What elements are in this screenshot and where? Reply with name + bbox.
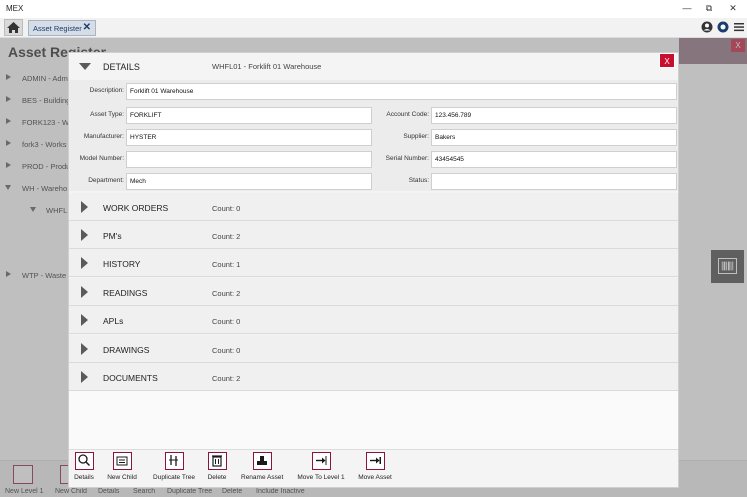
- description-label: Description:: [89, 87, 124, 94]
- tab-asset-register[interactable]: Asset Register ✕: [28, 20, 96, 36]
- window-close-button[interactable]: ✕: [726, 3, 740, 14]
- section-count: Count: 2: [212, 374, 241, 383]
- section-title: APLs: [103, 316, 124, 326]
- move-asset-icon: [365, 452, 385, 470]
- section-title: HISTORY: [103, 259, 141, 269]
- details-button-label: Details: [74, 474, 94, 481]
- section-title: DOCUMENTS: [103, 373, 158, 383]
- manufacturer-label: Manufacturer:: [83, 133, 124, 140]
- section-count: Count: 0: [212, 204, 241, 213]
- section-count: Count: 0: [212, 317, 241, 326]
- section-drawings[interactable]: DRAWINGS Count: 0: [69, 335, 678, 363]
- section-history[interactable]: HISTORY Count: 1: [69, 249, 678, 277]
- section-apls[interactable]: APLs Count: 0: [69, 306, 678, 334]
- user-icon[interactable]: [701, 21, 713, 33]
- section-documents[interactable]: DOCUMENTS Count: 2: [69, 363, 678, 391]
- asset-type-field[interactable]: FORKLIFT: [126, 107, 372, 124]
- delete-button-label: Delete: [207, 474, 227, 481]
- duplicate-tree-button-label: Duplicate Tree: [153, 474, 195, 481]
- magnifier-icon: [74, 452, 94, 470]
- tab-label: Asset Register: [33, 24, 82, 33]
- tab-close-icon[interactable]: ✕: [83, 22, 91, 33]
- account-code-field[interactable]: 123.456.789: [431, 107, 677, 124]
- section-title: DRAWINGS: [103, 345, 150, 355]
- asset-subtitle: WHFL01 - Forklift 01 Warehouse: [212, 62, 322, 71]
- settings-icon[interactable]: [717, 21, 729, 33]
- model-number-field[interactable]: [126, 151, 372, 168]
- delete-button[interactable]: Delete: [205, 452, 229, 486]
- window-titlebar: MEX — ⧉ ✕: [0, 0, 747, 18]
- new-child-button[interactable]: New Child: [105, 452, 139, 486]
- move-to-level1-button-label: Move To Level 1: [297, 474, 345, 481]
- supplier-field[interactable]: Bakers: [431, 129, 677, 146]
- details-section-header[interactable]: DETAILS WHFL01 - Forklift 01 Warehouse: [69, 53, 678, 80]
- expand-arrow-icon[interactable]: [81, 257, 88, 269]
- modal-toolbar: Details New Child Duplicate Tree Delete …: [69, 449, 678, 487]
- duplicate-tree-icon: [164, 452, 184, 470]
- supplier-label: Supplier:: [403, 133, 429, 140]
- home-icon: [7, 22, 20, 33]
- description-field[interactable]: Forklift 01 Warehouse: [126, 83, 677, 100]
- asset-details-modal: DETAILS WHFL01 - Forklift 01 Warehouse X…: [68, 52, 679, 488]
- serial-number-label: Serial Number:: [385, 155, 429, 162]
- expand-arrow-icon[interactable]: [81, 286, 88, 298]
- details-form: Description: Forklift 01 Warehouse Asset…: [69, 80, 678, 191]
- home-button[interactable]: [4, 19, 23, 36]
- expand-arrow-icon[interactable]: [81, 371, 88, 383]
- status-label: Status:: [408, 177, 429, 184]
- serial-number-field[interactable]: 43454545: [431, 151, 677, 168]
- section-count: Count: 2: [212, 289, 241, 298]
- section-count: Count: 2: [212, 232, 241, 241]
- rename-asset-button-label: Rename Asset: [241, 474, 284, 481]
- trash-icon: [207, 452, 227, 470]
- section-title: PM's: [103, 231, 122, 241]
- modal-empty-area: [69, 391, 678, 449]
- move-asset-button[interactable]: Move Asset: [357, 452, 393, 486]
- rename-icon: [252, 452, 272, 470]
- model-number-label: Model Number:: [79, 155, 124, 162]
- expand-arrow-icon[interactable]: [81, 314, 88, 326]
- rename-asset-button[interactable]: Rename Asset: [241, 452, 283, 486]
- manufacturer-field[interactable]: HYSTER: [126, 129, 372, 146]
- expand-arrow-icon[interactable]: [81, 201, 88, 213]
- menu-icon[interactable]: [733, 21, 745, 33]
- expand-arrow-icon[interactable]: [81, 229, 88, 241]
- section-title: WORK ORDERS: [103, 203, 169, 213]
- new-child-button-label: New Child: [107, 474, 137, 481]
- section-count: Count: 0: [212, 346, 241, 355]
- section-count: Count: 1: [212, 260, 241, 269]
- department-label: Department:: [88, 177, 124, 184]
- section-work-orders[interactable]: WORK ORDERS Count: 0: [69, 193, 678, 221]
- section-title: READINGS: [103, 288, 148, 298]
- new-child-icon: [112, 452, 132, 470]
- tab-bar: Asset Register ✕: [0, 18, 747, 38]
- status-field[interactable]: [431, 173, 677, 190]
- move-asset-button-label: Move Asset: [358, 474, 392, 481]
- details-button[interactable]: Details: [71, 452, 97, 486]
- move-level1-icon: [311, 452, 331, 470]
- section-pms[interactable]: PM's Count: 2: [69, 221, 678, 249]
- details-title: DETAILS: [103, 62, 140, 72]
- collapse-arrow-icon[interactable]: [79, 63, 91, 70]
- department-field[interactable]: Mech: [126, 173, 372, 190]
- account-code-label: Account Code:: [386, 111, 429, 118]
- duplicate-tree-button[interactable]: Duplicate Tree: [151, 452, 197, 486]
- restore-button[interactable]: ⧉: [702, 3, 716, 14]
- expand-arrow-icon[interactable]: [81, 343, 88, 355]
- modal-close-button[interactable]: X: [659, 53, 675, 68]
- move-to-level1-button[interactable]: Move To Level 1: [297, 452, 345, 486]
- section-readings[interactable]: READINGS Count: 2: [69, 278, 678, 306]
- app-title: MEX: [6, 4, 24, 13]
- minimize-button[interactable]: —: [680, 3, 694, 13]
- asset-type-label: Asset Type:: [90, 111, 124, 118]
